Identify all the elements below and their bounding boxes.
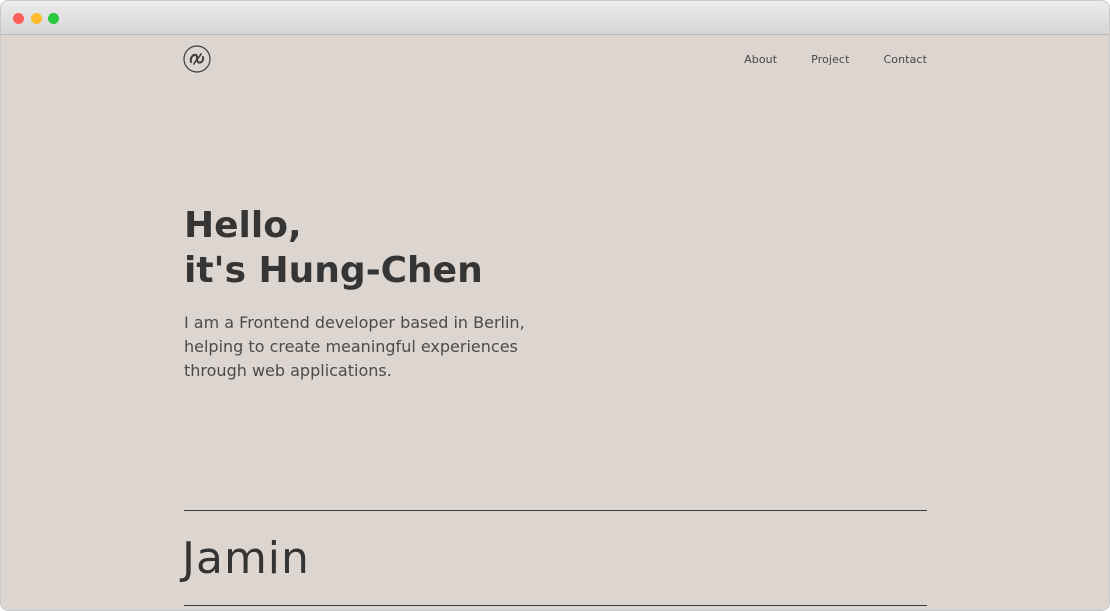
hero-title-line-2: it's Hung-Chen: [184, 250, 483, 291]
hero-introduction: I am a Frontend developer based in Berli…: [184, 311, 544, 383]
hero-title-line-1: Hello,: [184, 205, 302, 246]
nav-contact[interactable]: Contact: [884, 53, 928, 66]
project-divider-top: [184, 510, 927, 511]
nav-about[interactable]: About: [744, 53, 777, 66]
portfolio-page: About Project Contact Hello, it's Hung-C…: [1, 35, 1109, 610]
browser-window: About Project Contact Hello, it's Hung-C…: [0, 0, 1110, 611]
intro-line-2: helping to create meaningful experiences: [184, 337, 518, 356]
intro-line-3: through web applications.: [184, 361, 392, 380]
nav-project[interactable]: Project: [811, 53, 849, 66]
circled-monogram-logo-icon: [183, 45, 211, 73]
close-window-button[interactable]: [13, 13, 24, 24]
main-navigation: About Project Contact: [744, 53, 927, 66]
intro-line-1: I am a Frontend developer based in Berli…: [184, 313, 525, 332]
logo-icon[interactable]: [183, 45, 211, 73]
project-divider-bottom: [184, 605, 927, 606]
project-title-jamin[interactable]: Jamin: [182, 531, 310, 587]
minimize-window-button[interactable]: [31, 13, 42, 24]
window-titlebar: [1, 1, 1109, 35]
maximize-window-button[interactable]: [48, 13, 59, 24]
hero-title: Hello, it's Hung-Chen: [184, 203, 483, 293]
